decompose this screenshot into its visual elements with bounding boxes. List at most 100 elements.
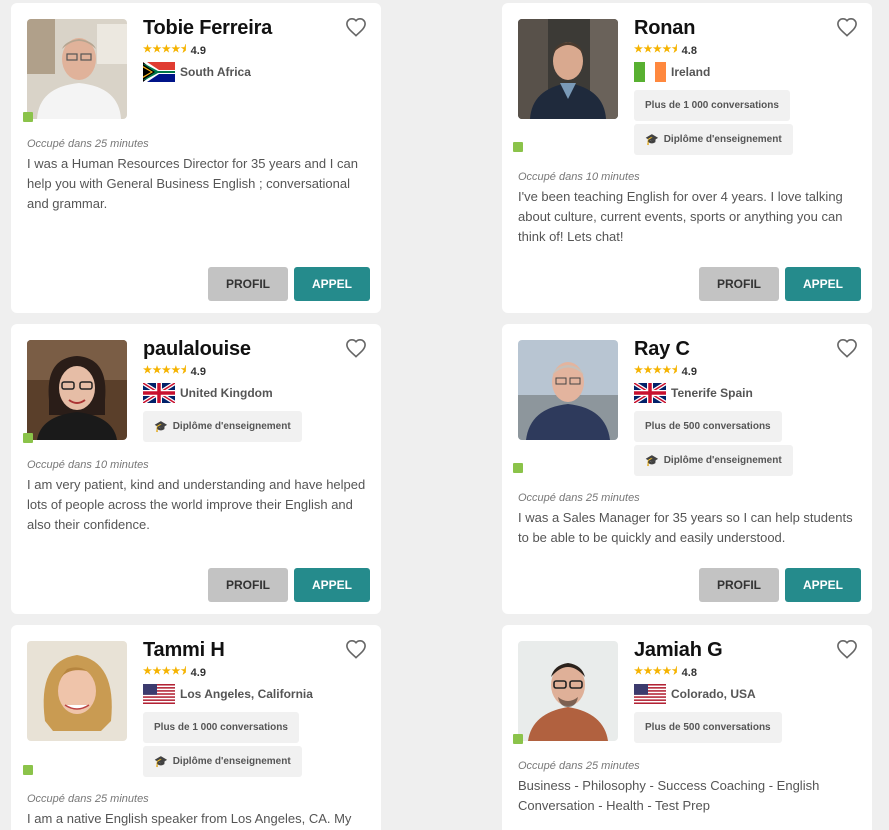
call-button[interactable]: APPEL bbox=[294, 568, 370, 602]
graduation-cap-icon: 🎓 bbox=[645, 134, 659, 146]
badge-label: Plus de 1 000 conversations bbox=[645, 100, 779, 111]
location-label: South Africa bbox=[180, 65, 251, 79]
flag-usa-icon bbox=[634, 684, 666, 704]
location-label: Los Angeles, California bbox=[180, 687, 313, 701]
conversations-badge: Plus de 1 000 conversations bbox=[634, 90, 790, 121]
heart-icon[interactable] bbox=[836, 338, 858, 358]
rating-value: 4.9 bbox=[190, 666, 206, 679]
tutor-bio: I was a Sales Manager for 35 years so I … bbox=[518, 510, 853, 545]
tutor-name[interactable]: Jamiah G bbox=[634, 639, 723, 662]
status-text: Occupé dans 10 minutes bbox=[27, 459, 149, 471]
profile-button[interactable]: PROFIL bbox=[699, 267, 779, 301]
tutor-name[interactable]: Tammi H bbox=[143, 639, 225, 662]
location: United Kingdom bbox=[143, 383, 273, 403]
star-rating-icon: ★★★★⯨ bbox=[634, 666, 678, 677]
tutor-bio: I am very patient, kind and understandin… bbox=[27, 477, 366, 532]
graduation-cap-icon: 🎓 bbox=[154, 756, 168, 768]
badge-label: Diplôme d'enseignement bbox=[172, 756, 291, 767]
rating-value: 4.9 bbox=[681, 365, 697, 378]
avatar[interactable] bbox=[27, 641, 127, 741]
heart-icon[interactable] bbox=[836, 17, 858, 37]
heart-icon[interactable] bbox=[345, 17, 367, 37]
badge-label: Diplôme d'enseignement bbox=[172, 421, 291, 432]
online-indicator bbox=[23, 112, 33, 122]
location: Colorado, USA bbox=[634, 684, 756, 704]
badge-label: Diplôme d'enseignement bbox=[663, 455, 782, 466]
online-indicator bbox=[513, 463, 523, 473]
badge-label: Plus de 500 conversations bbox=[645, 421, 771, 432]
status-text: Occupé dans 10 minutes bbox=[518, 171, 640, 183]
location-label: Colorado, USA bbox=[671, 687, 756, 701]
tutor-name[interactable]: Tobie Ferreira bbox=[143, 17, 272, 40]
flag-south-africa-icon bbox=[143, 62, 175, 82]
location: Tenerife Spain bbox=[634, 383, 753, 403]
online-indicator bbox=[513, 734, 523, 744]
tutor-card[interactable]: Ray C ★★★★⯨ 4.9 Tenerife Spain Plus de 50… bbox=[502, 324, 872, 614]
tutor-bio: I've been teaching English for over 4 ye… bbox=[518, 189, 843, 244]
location: South Africa bbox=[143, 62, 251, 82]
rating: ★★★★⯨ 4.9 bbox=[143, 363, 206, 380]
location-label: Ireland bbox=[671, 65, 711, 79]
status-text: Occupé dans 25 minutes bbox=[518, 492, 640, 504]
rating-value: 4.8 bbox=[681, 666, 697, 679]
flag-ireland-icon bbox=[634, 62, 666, 82]
rating-value: 4.9 bbox=[190, 365, 206, 378]
profile-button[interactable]: PROFIL bbox=[208, 267, 288, 301]
diploma-badge: 🎓 Diplôme d'enseignement bbox=[634, 124, 793, 155]
tutor-name[interactable]: Ronan bbox=[634, 17, 695, 40]
call-button[interactable]: APPEL bbox=[294, 267, 370, 301]
avatar[interactable] bbox=[27, 19, 127, 119]
badge-label: Diplôme d'enseignement bbox=[663, 134, 782, 145]
tutor-name[interactable]: paulalouise bbox=[143, 338, 251, 361]
rating-value: 4.8 bbox=[681, 44, 697, 57]
star-rating-icon: ★★★★⯨ bbox=[143, 365, 187, 376]
tutor-card[interactable]: Ronan ★★★★⯨ 4.8 Ireland Plus de 1 000 con… bbox=[502, 3, 872, 313]
rating: ★★★★⯨ 4.9 bbox=[634, 363, 697, 380]
avatar[interactable] bbox=[518, 641, 618, 741]
star-rating-icon: ★★★★⯨ bbox=[634, 44, 678, 55]
heart-icon[interactable] bbox=[345, 338, 367, 358]
diploma-badge: 🎓 Diplôme d'enseignement bbox=[143, 746, 302, 777]
status-text: Occupé dans 25 minutes bbox=[518, 760, 640, 772]
rating-value: 4.9 bbox=[190, 44, 206, 57]
tutor-card[interactable]: Jamiah G ★★★★⯨ 4.8 Colorado, USA Plus de … bbox=[502, 625, 872, 830]
profile-button[interactable]: PROFIL bbox=[208, 568, 288, 602]
diploma-badge: 🎓 Diplôme d'enseignement bbox=[634, 445, 793, 476]
heart-icon[interactable] bbox=[836, 639, 858, 659]
tutor-card[interactable]: Tobie Ferreira ★★★★⯨ 4.9 South Africa Occ… bbox=[11, 3, 381, 313]
tutor-bio: I am a native English speaker from Los A… bbox=[27, 811, 352, 826]
call-button[interactable]: APPEL bbox=[785, 267, 861, 301]
rating: ★★★★⯨ 4.9 bbox=[143, 42, 206, 59]
graduation-cap-icon: 🎓 bbox=[154, 421, 168, 433]
online-indicator bbox=[513, 142, 523, 152]
tutor-card[interactable]: paulalouise ★★★★⯨ 4.9 United Kingdom 🎓 Dip… bbox=[11, 324, 381, 614]
tutor-bio: I was a Human Resources Director for 35 … bbox=[27, 156, 358, 211]
star-rating-icon: ★★★★⯨ bbox=[143, 44, 187, 55]
avatar[interactable] bbox=[27, 340, 127, 440]
graduation-cap-icon: 🎓 bbox=[645, 455, 659, 467]
profile-button[interactable]: PROFIL bbox=[699, 568, 779, 602]
heart-icon[interactable] bbox=[345, 639, 367, 659]
conversations-badge: Plus de 500 conversations bbox=[634, 411, 782, 442]
star-rating-icon: ★★★★⯨ bbox=[143, 666, 187, 677]
rating: ★★★★⯨ 4.9 bbox=[143, 664, 206, 681]
conversations-badge: Plus de 500 conversations bbox=[634, 712, 782, 743]
avatar[interactable] bbox=[518, 19, 618, 119]
rating: ★★★★⯨ 4.8 bbox=[634, 42, 697, 59]
location: Ireland bbox=[634, 62, 710, 82]
online-indicator bbox=[23, 433, 33, 443]
flag-uk-icon bbox=[634, 383, 666, 403]
tutor-name[interactable]: Ray C bbox=[634, 338, 690, 361]
star-rating-icon: ★★★★⯨ bbox=[634, 365, 678, 376]
conversations-badge: Plus de 1 000 conversations bbox=[143, 712, 299, 743]
flag-uk-icon bbox=[143, 383, 175, 403]
online-indicator bbox=[23, 765, 33, 775]
location-label: United Kingdom bbox=[180, 386, 273, 400]
avatar[interactable] bbox=[518, 340, 618, 440]
rating: ★★★★⯨ 4.8 bbox=[634, 664, 697, 681]
call-button[interactable]: APPEL bbox=[785, 568, 861, 602]
status-text: Occupé dans 25 minutes bbox=[27, 793, 149, 805]
badge-label: Plus de 500 conversations bbox=[645, 722, 771, 733]
tutor-card[interactable]: Tammi H ★★★★⯨ 4.9 Los Angeles, California… bbox=[11, 625, 381, 830]
badge-label: Plus de 1 000 conversations bbox=[154, 722, 288, 733]
